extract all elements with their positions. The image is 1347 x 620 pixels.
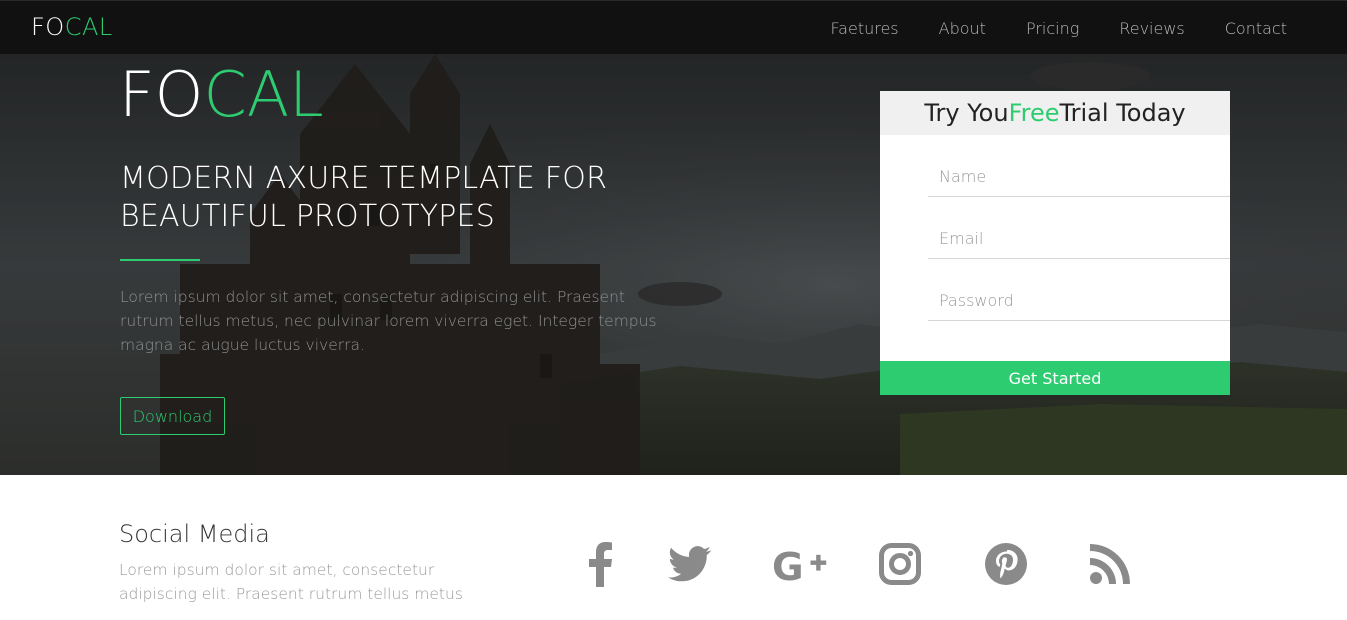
- free-trial-form: Try You Free Trial Today Get Started: [880, 91, 1230, 395]
- nav-link-features[interactable]: Faetures: [830, 19, 898, 38]
- hero-headline: MODERN AXURE TEMPLATE FOR BEAUTIFUL PROT…: [120, 161, 608, 234]
- nav-logo-cal: CAL: [64, 13, 113, 41]
- trial-title-post: Trial Today: [1059, 99, 1186, 127]
- social-media-description: Lorem ipsum dolor sit amet, consectetur …: [119, 561, 463, 603]
- facebook-icon[interactable]: [572, 538, 628, 590]
- nav-link-about[interactable]: About: [939, 19, 986, 38]
- hero-description: Lorem ipsum dolor sit amet, consectetur …: [120, 288, 657, 354]
- nav-logo[interactable]: FOCAL: [31, 13, 113, 41]
- trial-title-free: Free: [1008, 99, 1060, 127]
- social-media-title: Social Media: [119, 520, 270, 548]
- hero-divider: [120, 259, 200, 261]
- nav-links: Faetures About Pricing Reviews Contact: [790, 1, 1287, 55]
- download-button[interactable]: Download: [120, 397, 225, 435]
- hero-logo: FOCAL: [119, 64, 324, 126]
- svg-text:G: G: [772, 545, 804, 586]
- get-started-button[interactable]: Get Started: [880, 361, 1230, 395]
- nav-link-contact[interactable]: Contact: [1225, 19, 1287, 38]
- name-input[interactable]: [928, 157, 1230, 196]
- nav-logo-fo: FO: [31, 13, 65, 41]
- password-input[interactable]: [928, 281, 1230, 320]
- twitter-icon[interactable]: [662, 538, 718, 590]
- hero-logo-cal: CAL: [203, 58, 324, 131]
- rss-icon[interactable]: [1082, 538, 1138, 590]
- email-input[interactable]: [928, 219, 1230, 258]
- nav-link-pricing[interactable]: Pricing: [1026, 19, 1079, 38]
- name-field: [928, 157, 1230, 197]
- nav-link-reviews[interactable]: Reviews: [1119, 19, 1184, 38]
- trial-form-title: Try You Free Trial Today: [880, 91, 1230, 135]
- pinterest-icon[interactable]: [978, 538, 1034, 590]
- instagram-icon[interactable]: [872, 538, 928, 590]
- email-field: [928, 219, 1230, 259]
- hero-logo-fo: FO: [119, 58, 204, 131]
- top-navbar: FOCAL Faetures About Pricing Reviews Con…: [0, 0, 1347, 54]
- password-field: [928, 281, 1230, 321]
- trial-title-pre: Try You: [924, 99, 1009, 127]
- hero-section: FOCAL MODERN AXURE TEMPLATE FOR BEAUTIFU…: [0, 54, 1347, 475]
- google-plus-icon[interactable]: G: [772, 538, 828, 590]
